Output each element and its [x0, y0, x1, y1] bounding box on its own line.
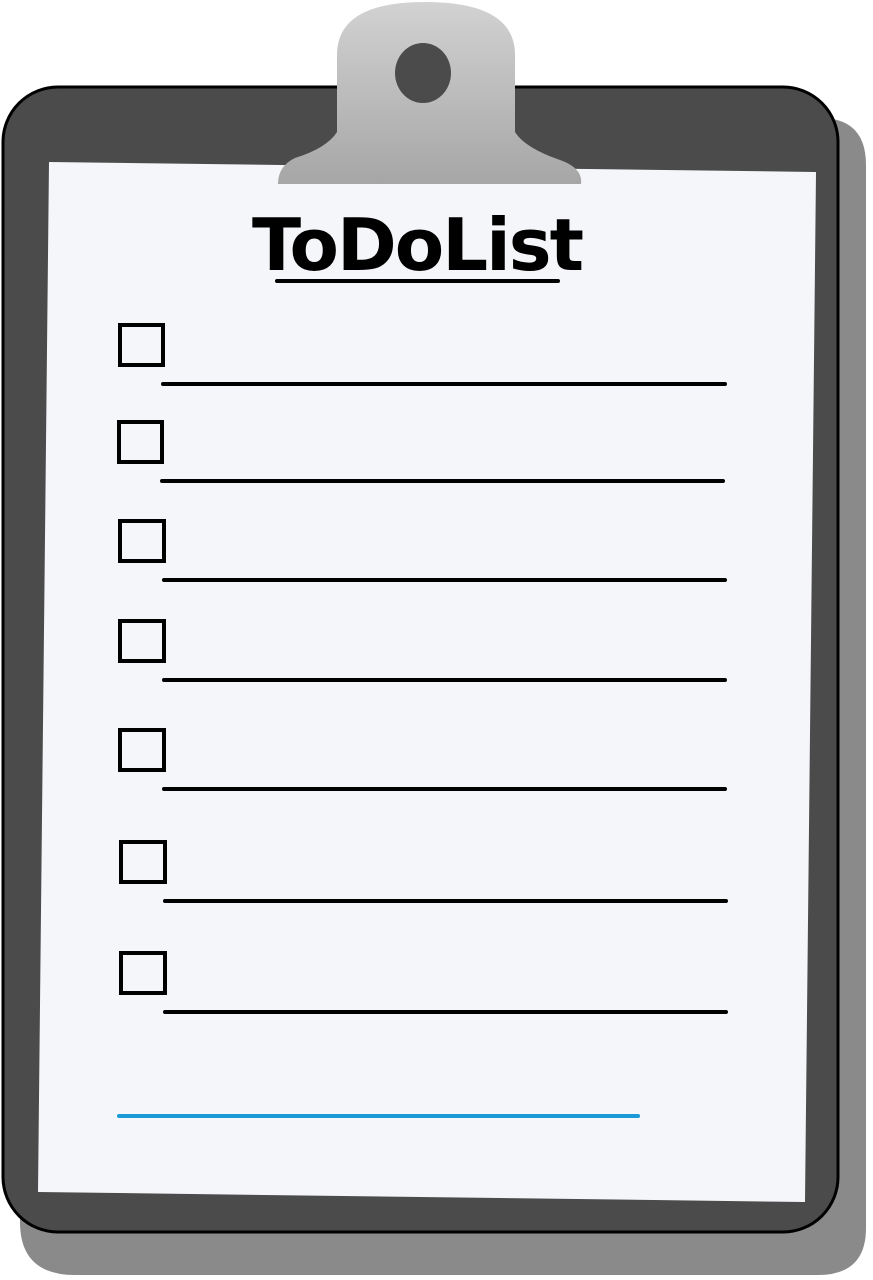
clipboard-illustration: ToDoList [1, 2, 866, 1275]
clip-hole [395, 43, 451, 103]
page-title: ToDoList [252, 203, 583, 287]
